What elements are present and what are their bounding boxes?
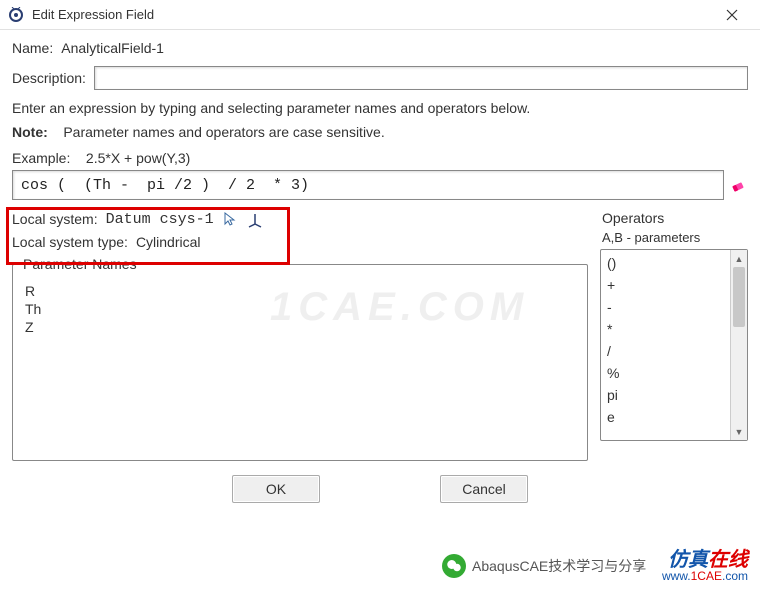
list-item[interactable]: /: [605, 340, 726, 362]
instruction-text: Enter an expression by typing and select…: [12, 100, 748, 116]
clear-icon[interactable]: [730, 176, 748, 194]
example-text: 2.5*X + pow(Y,3): [86, 150, 190, 166]
datum-triad-icon[interactable]: [246, 210, 264, 228]
wechat-icon: [442, 554, 466, 578]
scroll-up-icon[interactable]: ▲: [731, 250, 747, 267]
brand-url: www.1CAE.com: [662, 568, 748, 584]
local-system-type-value: Cylindrical: [136, 234, 201, 250]
list-item[interactable]: R: [23, 282, 577, 300]
list-item[interactable]: -: [605, 296, 726, 318]
brand-badge: 仿真在线 www.1CAE.com: [662, 552, 748, 584]
name-label: Name:: [12, 40, 53, 56]
local-system-type-row: Local system type: Cylindrical: [12, 234, 588, 250]
list-item[interactable]: pi: [605, 384, 726, 406]
note-line: Note: Parameter names and operators are …: [12, 124, 748, 140]
scroll-thumb[interactable]: [733, 267, 745, 327]
operators-scrollbar[interactable]: ▲ ▼: [730, 250, 747, 440]
attribution-text: AbaqusCAE技术学习与分享: [472, 556, 646, 576]
attribution: AbaqusCAE技术学习与分享: [442, 554, 646, 578]
expression-input[interactable]: [12, 170, 724, 200]
local-system-value: Datum csys-1: [106, 211, 214, 228]
operators-sublabel: A,B - parameters: [600, 230, 748, 245]
cancel-button[interactable]: Cancel: [440, 475, 528, 503]
list-item[interactable]: %: [605, 362, 726, 384]
local-system-type-label: Local system type:: [12, 234, 128, 250]
app-icon: [8, 7, 24, 23]
window-title: Edit Expression Field: [32, 7, 712, 22]
expression-row: [12, 170, 748, 200]
description-row: Description:: [12, 66, 748, 90]
close-button[interactable]: [712, 0, 752, 30]
note-label: Note:: [12, 124, 48, 140]
cursor-pick-icon[interactable]: [222, 211, 238, 227]
example-label: Example:: [12, 150, 70, 166]
ok-button[interactable]: OK: [232, 475, 320, 503]
operators-listbox: () + - * / % pi e ▲ ▼: [600, 249, 748, 441]
description-label: Description:: [12, 70, 86, 86]
note-text: Parameter names and operators are case s…: [63, 124, 384, 140]
list-item[interactable]: (): [605, 252, 726, 274]
local-system-row: Local system: Datum csys-1: [12, 210, 588, 228]
local-system-label: Local system:: [12, 211, 98, 227]
description-input[interactable]: [94, 66, 748, 90]
scroll-down-icon[interactable]: ▼: [731, 423, 747, 440]
operators-label: Operators: [600, 210, 748, 226]
list-item[interactable]: Z: [23, 318, 577, 336]
dialog-buttons: OK Cancel: [12, 475, 748, 503]
parameter-list[interactable]: R Th Z: [19, 276, 581, 456]
title-bar: Edit Expression Field: [0, 0, 760, 30]
list-item[interactable]: +: [605, 274, 726, 296]
list-item[interactable]: *: [605, 318, 726, 340]
brand-cn: 仿真在线: [662, 552, 748, 568]
example-line: Example: 2.5*X + pow(Y,3): [12, 150, 748, 166]
operators-list[interactable]: () + - * / % pi e: [601, 250, 730, 440]
scroll-track[interactable]: [731, 267, 747, 423]
name-row: Name: AnalyticalField-1: [12, 40, 748, 56]
name-value: AnalyticalField-1: [61, 40, 164, 56]
list-item[interactable]: Th: [23, 300, 577, 318]
parameter-names-legend: Parameter Names: [19, 256, 141, 272]
list-item[interactable]: e: [605, 406, 726, 428]
parameter-names-group: Parameter Names R Th Z: [12, 256, 588, 461]
